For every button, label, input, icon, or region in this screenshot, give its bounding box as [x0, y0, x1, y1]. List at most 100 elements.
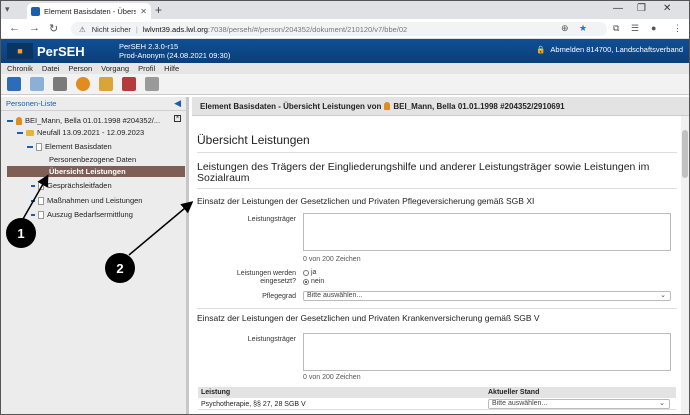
char-count: 0 von 200 Zeichen — [303, 256, 361, 263]
page-title: Übersicht Leistungen — [197, 133, 310, 147]
favicon-icon — [31, 6, 40, 16]
content-header: Element Basisdaten - Übersicht Leistunge… — [192, 97, 689, 116]
char-count: 0 von 200 Zeichen — [303, 374, 361, 381]
menu-chronik[interactable]: Chronik — [7, 64, 33, 73]
sidebar-item-personenbezogene-daten[interactable]: Personenbezogene Daten — [49, 154, 136, 165]
menu-datei[interactable]: Datei — [42, 64, 60, 73]
document-icon — [38, 210, 44, 219]
table-row: Psychotherapie, §§ 27, 28 SGB V Bitte au… — [198, 398, 676, 410]
forward-icon[interactable]: → — [29, 22, 40, 34]
logo-mark-icon: ■ — [7, 43, 33, 59]
minimize-icon[interactable]: — — [613, 3, 623, 14]
expand-toggle-icon[interactable] — [31, 213, 35, 216]
panel-header: Personen-Liste ◀ — [1, 97, 186, 111]
print-icon[interactable] — [53, 77, 67, 91]
expand-toggle-icon[interactable] — [31, 184, 35, 187]
extensions-icon[interactable]: ⧉ — [613, 23, 619, 34]
back-icon[interactable]: ← — [9, 22, 20, 34]
app-logo: ■ PerSEH — [7, 43, 85, 59]
browser-tab[interactable]: Element Basisdaten - Übersicht ✕ — [27, 3, 151, 19]
url-path: :7038/perseh/#/person/204352/dokument/21… — [207, 24, 408, 34]
tab-search-icon[interactable]: ▾ — [5, 4, 19, 16]
sidebar-item-label: Gesprächsleitfaden — [47, 181, 112, 190]
stand-select[interactable]: Bitte auswählen... ⌄ — [488, 399, 670, 409]
export-icon[interactable] — [99, 77, 113, 91]
close-window-icon[interactable]: ✕ — [663, 3, 671, 14]
tree-person-node[interactable]: BEI_Mann, Bella 01.01.1998 #204352/... × — [7, 115, 185, 126]
scrollbar-thumb[interactable] — [682, 130, 688, 178]
new-tab-icon[interactable]: + — [155, 3, 162, 17]
app-version: PerSEH 2.3.0-r15 Prod-Anonym (24.08.2021… — [119, 42, 231, 60]
security-label: Nicht sicher — [91, 24, 131, 34]
column-header-leistung: Leistung — [201, 389, 231, 396]
expand-toggle-icon[interactable] — [31, 199, 35, 202]
radio-nein[interactable]: nein — [303, 278, 324, 285]
collections-icon[interactable]: ☰ — [631, 23, 639, 34]
sidebar-item-label: Personenbezogene Daten — [49, 155, 137, 164]
case-label: Neufall 13.09.2021 - 12.09.2023 — [37, 128, 145, 137]
section2-title: Einsatz der Leistungen der Gesetzlichen … — [197, 313, 540, 323]
menu-profil[interactable]: Profil — [138, 64, 155, 73]
toolbar — [1, 74, 689, 95]
sidebar-item-label: Auszug Bedarfsermittlung — [47, 210, 133, 219]
divider — [197, 188, 677, 189]
sidebar-item-element-basisdaten[interactable]: Element Basisdaten — [27, 141, 112, 152]
close-person-icon[interactable]: × — [174, 115, 181, 122]
menu-bar: Chronik Datei Person Vorgang Profil Hilf… — [1, 63, 689, 74]
pflegegrad-select[interactable]: Bitte auswählen... ⌄ — [303, 291, 671, 301]
radio-ja[interactable]: ja — [303, 269, 316, 276]
address-bar: ← → ↻ ⚠ Nicht sicher | lwlvnt39.ads.lwl.… — [1, 19, 689, 39]
url-host: lwlvnt39.ads.lwl.org — [142, 24, 208, 34]
reload-icon[interactable]: ↻ — [49, 22, 58, 35]
profile-avatar-icon[interactable]: ● — [651, 23, 656, 33]
sidebar-item-massnahmen[interactable]: Maßnahmen und Leistungen — [31, 195, 142, 206]
collapse-icon[interactable]: ◀ — [174, 98, 181, 109]
panel-title: Personen-Liste — [6, 99, 57, 108]
sidebar-item-label: Maßnahmen und Leistungen — [47, 196, 143, 205]
document-icon — [38, 181, 44, 190]
maximize-icon[interactable]: ❐ — [637, 3, 646, 14]
header-person: BEI_Mann, Bella 01.01.1998 #204352/29106… — [393, 101, 565, 111]
collapse-toggle-icon[interactable] — [17, 131, 23, 134]
pflegegrad-label: Pflegegrad — [262, 293, 296, 300]
callout-badge-1: 1 — [6, 218, 36, 248]
table-header: Leistung Aktueller Stand — [198, 387, 676, 398]
column-header-stand: Aktueller Stand — [488, 389, 540, 396]
tree-case-node[interactable]: Neufall 13.09.2021 - 12.09.2023 — [17, 127, 144, 138]
vertical-scrollbar[interactable] — [681, 116, 689, 414]
sidebar-item-label: Übersicht Leistungen — [49, 167, 126, 176]
traeger-textarea-kranken[interactable] — [303, 333, 671, 371]
sidebar-item-gespraechsleitfaden[interactable]: Gesprächsleitfaden — [31, 180, 112, 191]
browser-window: ▾ Element Basisdaten - Übersicht ✕ + — ❐… — [0, 0, 690, 415]
bookmark-star-icon[interactable]: ★ — [579, 23, 587, 34]
sidebar-item-auszug-bedarfsermittlung[interactable]: Auszug Bedarfsermittlung — [31, 209, 133, 220]
menu-person[interactable]: Person — [68, 64, 92, 73]
collapse-toggle-icon[interactable] — [7, 119, 13, 122]
person-label: BEI_Mann, Bella 01.01.1998 #204352/... — [25, 116, 161, 125]
lock-icon: 🔒 — [536, 45, 546, 54]
main-content: Element Basisdaten - Übersicht Leistunge… — [192, 97, 689, 414]
document-icon[interactable] — [145, 77, 159, 91]
person-add-icon[interactable] — [76, 77, 90, 91]
header-prefix: Element Basisdaten - Übersicht Leistunge… — [200, 101, 382, 111]
eingesetzt-label: Leistungen werden eingesetzt? — [236, 270, 296, 285]
traeger-label: Leistungsträger — [247, 336, 296, 343]
close-tab-icon[interactable]: ✕ — [140, 7, 147, 16]
divider — [197, 152, 677, 153]
menu-hilfe[interactable]: Hilfe — [164, 64, 179, 73]
chevron-down-icon: ⌄ — [660, 292, 666, 299]
url-field[interactable]: ⚠ Nicht sicher | lwlvnt39.ads.lwl.org :7… — [71, 22, 607, 36]
menu-vorgang[interactable]: Vorgang — [101, 64, 129, 73]
browser-menu-icon[interactable]: ⋮ — [673, 23, 682, 34]
save-icon[interactable] — [7, 77, 21, 91]
settings-icon[interactable] — [122, 77, 136, 91]
collapse-toggle-icon[interactable] — [27, 145, 33, 148]
radio-circle-icon — [303, 269, 309, 276]
undo-icon[interactable] — [30, 77, 44, 91]
logout-link[interactable]: 🔒 Abmelden 814700, Landschaftsverband — [536, 45, 683, 54]
sidebar-item-uebersicht-leistungen[interactable]: Übersicht Leistungen — [7, 166, 185, 177]
zoom-icon[interactable]: ⊕ — [561, 23, 569, 34]
person-icon — [384, 102, 391, 110]
traeger-label: Leistungsträger — [247, 216, 296, 223]
traeger-textarea-pflege[interactable] — [303, 213, 671, 251]
